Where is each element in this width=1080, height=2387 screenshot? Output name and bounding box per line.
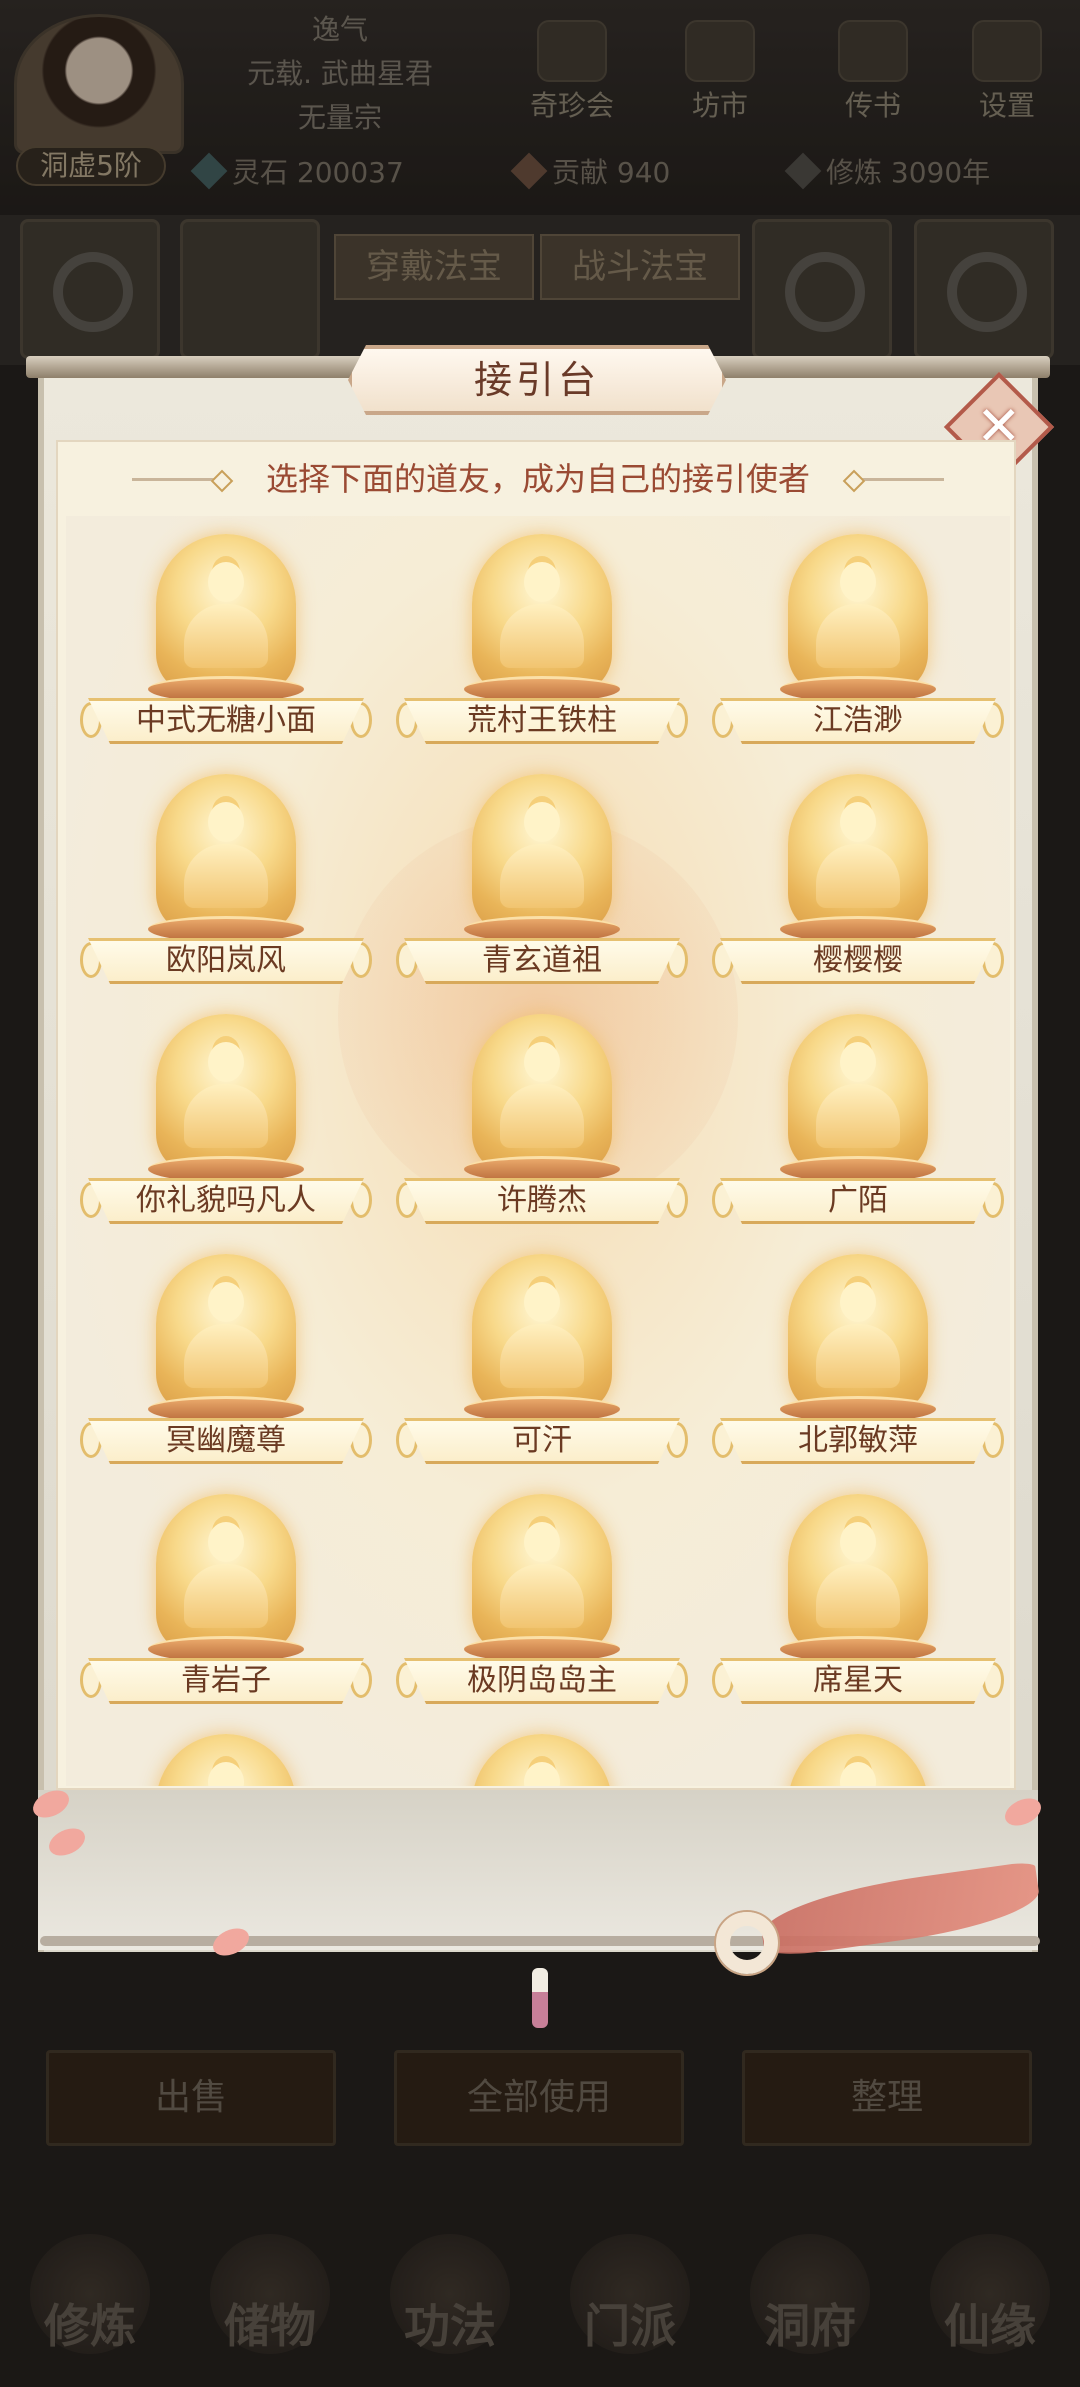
- envoy-card[interactable]: 中式无糖小面: [68, 526, 384, 766]
- envoy-card[interactable]: [700, 1726, 1010, 1786]
- envoy-panel: 选择下面的道友，成为自己的接引使者 中式无糖小面 荒村王铁柱 江浩渺 欧阳岚风 青玄道祖…: [56, 440, 1016, 1790]
- golden-statue-icon: [788, 1494, 928, 1654]
- envoy-name: 可汗: [404, 1418, 680, 1464]
- golden-statue-icon: [472, 774, 612, 934]
- golden-statue-icon: [472, 1494, 612, 1654]
- modal-title: 接引台: [348, 345, 726, 415]
- golden-statue-icon: [472, 1734, 612, 1786]
- charm-decoration: [532, 1968, 548, 2028]
- envoy-name: 江浩渺: [720, 698, 996, 744]
- envoy-name: 极阴岛岛主: [404, 1658, 680, 1704]
- envoy-grid[interactable]: 中式无糖小面 荒村王铁柱 江浩渺欧阳岚风 青玄道祖 樱樱樱你礼貌吗凡人 许腾杰 广陌冥幽魔尊…: [66, 516, 1010, 1786]
- jade-ring-icon: [716, 1912, 778, 1974]
- golden-statue-icon: [788, 774, 928, 934]
- golden-statue-icon: [472, 1014, 612, 1174]
- golden-statue-icon: [472, 1254, 612, 1414]
- envoy-card[interactable]: 欧阳岚风: [68, 766, 384, 1006]
- envoy-name: 青玄道祖: [404, 938, 680, 984]
- envoy-card[interactable]: 广陌: [700, 1006, 1010, 1246]
- golden-statue-icon: [788, 534, 928, 694]
- envoy-card[interactable]: 青岩子: [68, 1486, 384, 1726]
- golden-statue-icon: [156, 534, 296, 694]
- envoy-card[interactable]: 冥幽魔尊: [68, 1246, 384, 1486]
- golden-statue-icon: [156, 1494, 296, 1654]
- envoy-name: 你礼貌吗凡人: [88, 1178, 364, 1224]
- envoy-name: 青岩子: [88, 1658, 364, 1704]
- golden-statue-icon: [156, 1014, 296, 1174]
- envoy-card[interactable]: 青玄道祖: [384, 766, 700, 1006]
- golden-statue-icon: [156, 774, 296, 934]
- envoy-name: 冥幽魔尊: [88, 1418, 364, 1464]
- golden-statue-icon: [788, 1734, 928, 1786]
- ornament-right: [854, 478, 944, 481]
- golden-statue-icon: [788, 1254, 928, 1414]
- envoy-card[interactable]: 樱樱樱: [700, 766, 1010, 1006]
- envoy-card[interactable]: 席星天: [700, 1486, 1010, 1726]
- golden-statue-icon: [788, 1014, 928, 1174]
- envoy-name: 广陌: [720, 1178, 996, 1224]
- envoy-name: 许腾杰: [404, 1178, 680, 1224]
- golden-statue-icon: [156, 1254, 296, 1414]
- envoy-card[interactable]: 江浩渺: [700, 526, 1010, 766]
- envoy-name: 樱樱樱: [720, 938, 996, 984]
- envoy-card[interactable]: 可汗: [384, 1246, 700, 1486]
- envoy-name: 荒村王铁柱: [404, 698, 680, 744]
- envoy-name: 席星天: [720, 1658, 996, 1704]
- envoy-card[interactable]: 你礼貌吗凡人: [68, 1006, 384, 1246]
- golden-statue-icon: [472, 534, 612, 694]
- envoy-card[interactable]: [68, 1726, 384, 1786]
- envoy-card[interactable]: 极阴岛岛主: [384, 1486, 700, 1726]
- envoy-name: 欧阳岚风: [88, 938, 364, 984]
- envoy-card[interactable]: 荒村王铁柱: [384, 526, 700, 766]
- envoy-name: 中式无糖小面: [88, 698, 364, 744]
- golden-statue-icon: [156, 1734, 296, 1786]
- envoy-card[interactable]: 北郭敏萍: [700, 1246, 1010, 1486]
- envoy-card[interactable]: [384, 1726, 700, 1786]
- envoy-card[interactable]: 许腾杰: [384, 1006, 700, 1246]
- envoy-name: 北郭敏萍: [720, 1418, 996, 1464]
